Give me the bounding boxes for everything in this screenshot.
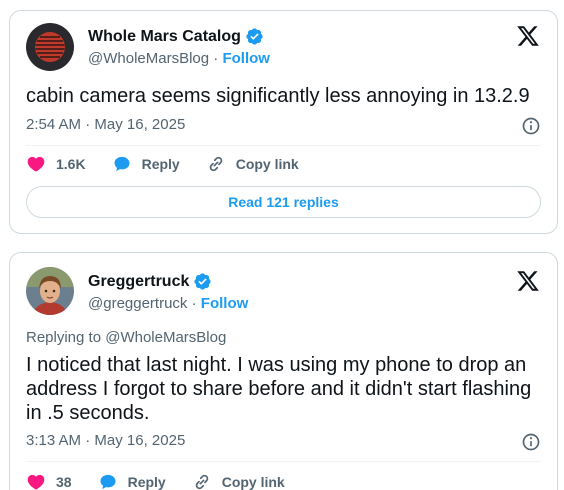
replying-to[interactable]: Replying to @WholeMarsBlog <box>26 329 226 346</box>
tweet-card[interactable]: Whole Mars Catalog @WholeMarsBlog · Foll… <box>9 10 558 234</box>
separator: · <box>213 50 219 67</box>
author-handle[interactable]: @WholeMarsBlog <box>88 50 209 67</box>
tweet-text: I noticed that last night. I was using m… <box>26 354 532 424</box>
author-handle-row: @greggertruck · Follow <box>88 295 248 312</box>
info-icon[interactable] <box>521 116 541 136</box>
copy-link-button[interactable]: Copy link <box>206 154 299 174</box>
like-button[interactable]: 1.6K <box>26 154 86 174</box>
author-name[interactable]: Whole Mars Catalog <box>88 28 241 46</box>
author-handle-row: @WholeMarsBlog · Follow <box>88 50 270 67</box>
author-name[interactable]: Greggertruck <box>88 273 189 291</box>
link-icon <box>195 474 208 490</box>
tweet-date: May 16, 2025 <box>94 432 186 449</box>
tweet-date: May 16, 2025 <box>94 116 186 133</box>
copy-link-label: Copy link <box>221 474 285 490</box>
like-button[interactable]: 38 <box>26 472 72 490</box>
heart-icon <box>27 156 45 172</box>
profile-photo-avatar <box>26 267 74 315</box>
heart-icon <box>27 474 45 490</box>
divider <box>26 145 541 146</box>
info-icon[interactable] <box>521 432 541 452</box>
x-logo-icon[interactable] <box>515 24 541 48</box>
verified-badge-icon <box>246 28 263 45</box>
copy-link-label: Copy link <box>235 156 299 172</box>
tweet-time: 3:13 AM <box>26 432 82 449</box>
divider <box>26 461 541 462</box>
reply-bubble-icon <box>100 474 116 490</box>
separator: · <box>85 432 95 449</box>
separator: · <box>191 295 197 312</box>
reply-label: Reply <box>127 474 166 490</box>
timestamp[interactable]: 2:54 AM · May 16, 2025 <box>26 116 185 133</box>
read-replies-button[interactable]: Read 121 replies <box>26 186 541 218</box>
author-handle[interactable]: @greggertruck <box>88 295 187 312</box>
timestamp[interactable]: 3:13 AM · May 16, 2025 <box>26 432 185 449</box>
like-count: 38 <box>56 474 72 490</box>
action-bar: 1.6K Reply Copy link <box>26 154 325 174</box>
author-avatar[interactable] <box>26 267 74 315</box>
reply-button[interactable]: Reply <box>112 154 180 174</box>
reply-label: Reply <box>141 156 180 172</box>
tweet-text: cabin camera seems significantly less an… <box>26 85 530 107</box>
reply-button[interactable]: Reply <box>98 472 166 490</box>
separator: · <box>85 116 95 133</box>
verified-badge-icon <box>194 273 211 290</box>
like-count: 1.6K <box>56 156 86 172</box>
follow-button[interactable]: Follow <box>201 295 249 312</box>
reply-bubble-icon <box>114 156 130 172</box>
tweet-time: 2:54 AM <box>26 116 82 133</box>
mars-logo-avatar <box>26 23 74 71</box>
author-avatar[interactable] <box>26 23 74 71</box>
tweet-card[interactable]: Greggertruck @greggertruck · Follow Repl… <box>9 252 558 490</box>
link-icon <box>209 156 222 172</box>
follow-button[interactable]: Follow <box>222 50 270 67</box>
x-logo-icon[interactable] <box>515 269 541 293</box>
copy-link-button[interactable]: Copy link <box>192 472 285 490</box>
action-bar: 38 Reply Copy link <box>26 472 311 490</box>
